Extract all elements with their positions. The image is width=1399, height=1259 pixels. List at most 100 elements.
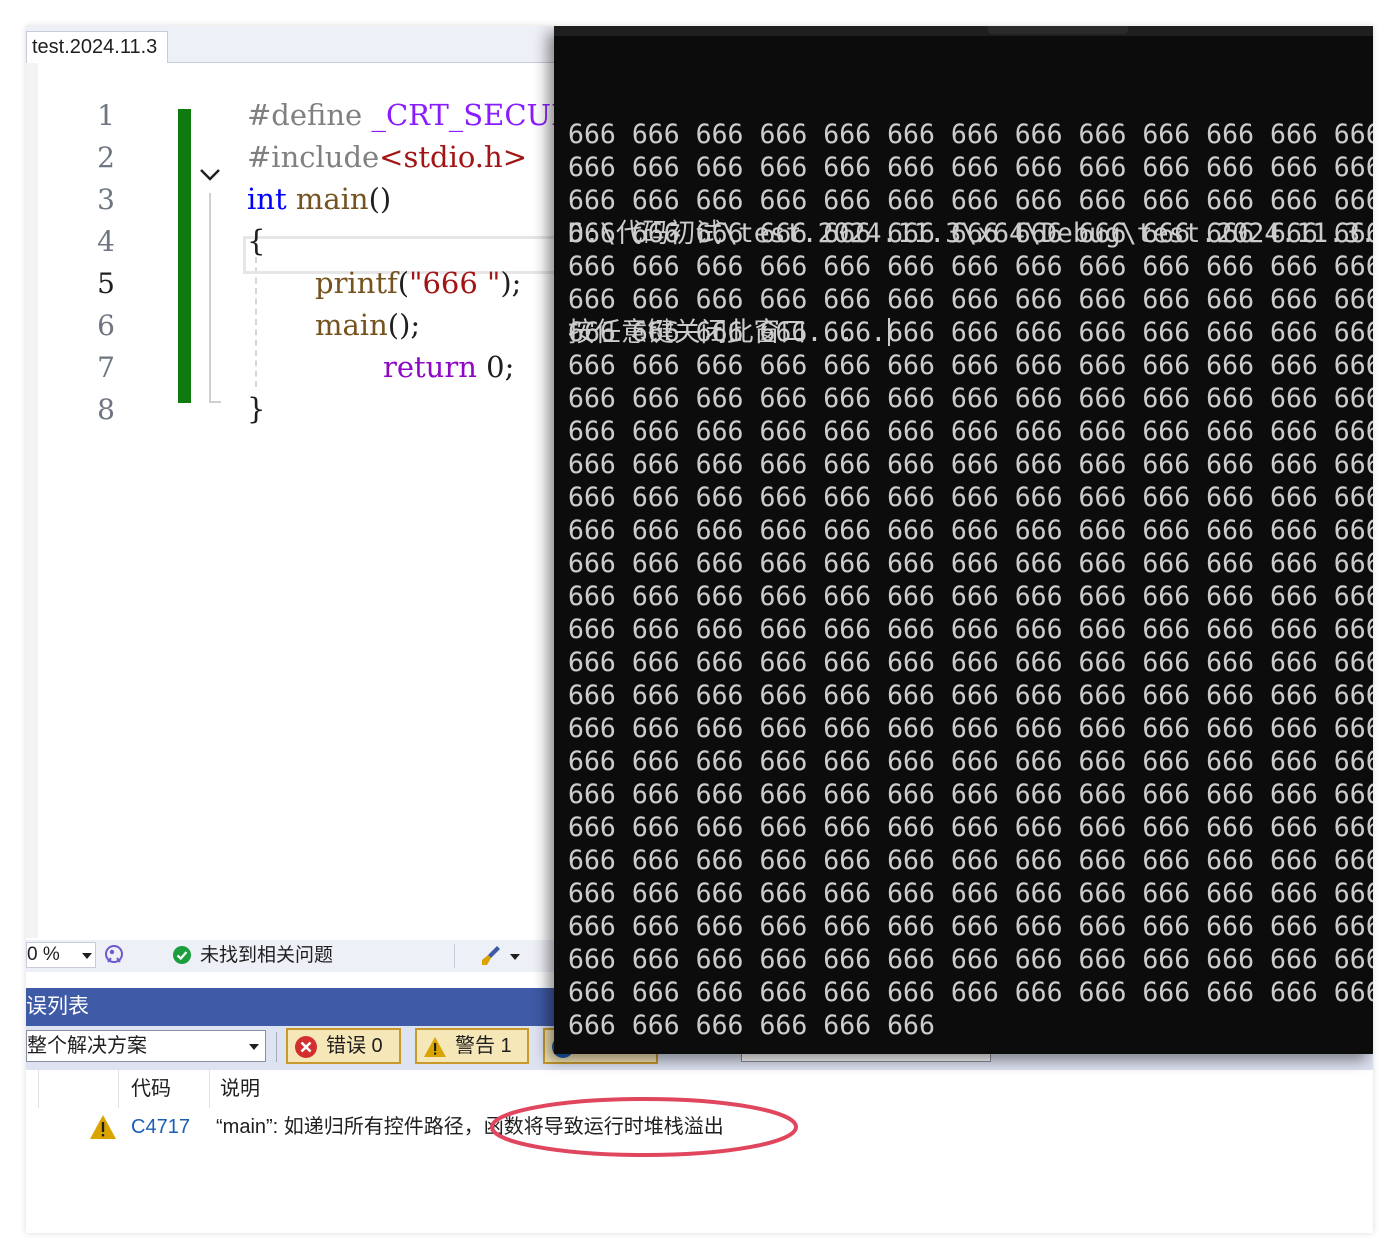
console-output-row: 666 666 666 666 666 666 666 666 666 666 … bbox=[568, 647, 1373, 678]
line-number: 8 bbox=[97, 393, 115, 426]
code-token: 0; bbox=[476, 350, 515, 384]
console-title-strip bbox=[554, 26, 1373, 36]
console-output-row: 666 666 666 666 666 666 666 666 666 666 … bbox=[568, 515, 1373, 546]
line-number-active: 5 bbox=[97, 267, 115, 300]
code-token: #include bbox=[247, 140, 380, 174]
brush-icon[interactable] bbox=[478, 943, 504, 969]
console-output-row: 666 666 666 666 666 666 666 666 666 666 … bbox=[568, 284, 1373, 315]
code-line-2[interactable]: #include<stdio.h> bbox=[247, 136, 527, 178]
errors-filter-button[interactable]: 错误 0 bbox=[286, 1028, 401, 1064]
code-line-8[interactable]: } bbox=[247, 388, 265, 430]
code-line-6[interactable]: main(); bbox=[315, 304, 420, 346]
column-divider bbox=[118, 1070, 119, 1108]
console-output-row: 666 666 666 666 666 666 666 666 666 666 … bbox=[568, 185, 1373, 216]
console-output-row: 666 666 666 666 666 666 666 666 666 666 … bbox=[568, 152, 1373, 183]
code-line-3[interactable]: int main() bbox=[247, 178, 391, 220]
code-token: int bbox=[247, 182, 287, 216]
chevron-down-icon bbox=[249, 1044, 259, 1050]
error-list-title: 误列表 bbox=[26, 995, 89, 1018]
screenshot-frame: test.2024.11.3 1 2 3 4 5 6 7 8 #define _… bbox=[26, 26, 1373, 1233]
column-divider bbox=[38, 1070, 39, 1108]
console-output-row: 666 666 666 666 666 666 666 666 666 666 … bbox=[568, 746, 1373, 777]
code-token: { bbox=[247, 224, 266, 258]
console-tab[interactable] bbox=[988, 26, 1128, 34]
console-output-row: 666 666 666 666 666 666 bbox=[568, 1010, 935, 1041]
check-circle-icon bbox=[173, 946, 191, 964]
code-token: (); bbox=[387, 308, 421, 342]
console-output-row: 666 666 666 666 666 666 666 666 666 666 … bbox=[568, 482, 1373, 513]
console-exit-path: D:\代码初试\test.2024.11.3\x64\Debug\test.20… bbox=[568, 218, 1373, 249]
line-number: 2 bbox=[97, 141, 115, 174]
console-output-lines: 666 666 666 666 666 666 666 666 666 666 … bbox=[568, 118, 1373, 1041]
fold-region-line bbox=[209, 193, 221, 403]
console-output-row: 666 666 666 666 666 666 666 666 666 666 … bbox=[568, 977, 1373, 1008]
line-number: 7 bbox=[97, 351, 115, 384]
issues-status[interactable]: 未找到相关问题 bbox=[200, 940, 333, 972]
console-output-row: 666 666 666 666 666 666 666 666 666 666 … bbox=[568, 680, 1373, 711]
console-output-row: 666 666 666 666 666 666 666 666 666 666 … bbox=[568, 713, 1373, 744]
zoom-value: 0 % bbox=[27, 944, 60, 965]
console-output-row: 666 666 666 666 666 666 666 666 666 666 … bbox=[568, 944, 1373, 975]
line-number: 3 bbox=[97, 183, 115, 216]
console-output-row: 666 666 666 666 666 666 666 666 666 666 … bbox=[568, 449, 1373, 480]
column-header-code[interactable]: 代码 bbox=[131, 1070, 171, 1108]
text-cursor bbox=[888, 318, 891, 346]
code-token: ); bbox=[500, 266, 522, 300]
warnings-filter-button[interactable]: 警告 1 bbox=[415, 1028, 529, 1064]
console-output-row: 666 666 666 666 666 666 666 666 666 666 … bbox=[568, 581, 1373, 612]
git-icon[interactable] bbox=[102, 943, 126, 967]
console-output-row: 666 666 666 666 666 666 666 666 666 666 … bbox=[568, 350, 1373, 381]
line-number: 1 bbox=[97, 99, 115, 132]
code-token: return bbox=[383, 350, 477, 384]
console-output-row: 666 666 666 666 666 666 666 666 666 666 … bbox=[568, 119, 1373, 150]
warning-icon bbox=[90, 1115, 116, 1139]
column-header-description[interactable]: 说明 bbox=[220, 1070, 260, 1108]
console-window[interactable]: 666 666 666 666 666 666 666 666 666 666 … bbox=[554, 26, 1373, 1054]
console-output-row: 666 666 666 666 666 666 666 666 666 666 … bbox=[568, 548, 1373, 579]
console-press-key: 按任意键关闭此窗口. . . bbox=[568, 317, 887, 348]
annotation-ellipse bbox=[490, 1097, 798, 1157]
code-token: "666 " bbox=[409, 266, 501, 300]
code-token: main bbox=[286, 182, 369, 216]
code-line-7[interactable]: return 0; bbox=[383, 346, 514, 388]
code-token: <stdio.h> bbox=[379, 140, 527, 174]
line-number: 6 bbox=[97, 309, 115, 342]
code-token: () bbox=[368, 182, 392, 216]
scope-value: 整个解决方案 bbox=[27, 1035, 147, 1057]
editor-left-margin bbox=[26, 63, 38, 938]
console-output-row: 666 666 666 666 666 666 666 666 666 666 … bbox=[568, 845, 1373, 876]
chevron-down-icon[interactable] bbox=[198, 163, 222, 187]
divider bbox=[276, 1032, 277, 1062]
console-output: 666 666 666 666 666 666 666 666 666 666 … bbox=[568, 52, 1373, 1041]
dropdown-arrow-icon bbox=[82, 953, 92, 959]
code-token: main bbox=[315, 308, 388, 342]
divider bbox=[454, 944, 455, 968]
console-output-row: 666 666 666 666 666 666 666 666 666 666 … bbox=[568, 779, 1373, 810]
code-token: #define bbox=[247, 98, 372, 132]
change-tracking-bar bbox=[178, 109, 191, 403]
tab-file[interactable]: test.2024.11.3 bbox=[26, 31, 169, 63]
code-token: printf bbox=[315, 266, 398, 300]
warnings-count: 警告 1 bbox=[455, 1035, 512, 1057]
error-icon bbox=[295, 1036, 317, 1058]
console-output-row: 666 666 666 666 666 666 666 666 666 666 … bbox=[568, 812, 1373, 843]
code-line-4[interactable]: { bbox=[247, 220, 265, 262]
console-output-row: 666 666 666 666 666 666 666 666 666 666 … bbox=[568, 383, 1373, 414]
console-output-row: 666 666 666 666 666 666 666 666 666 666 … bbox=[568, 416, 1373, 447]
warning-icon bbox=[424, 1037, 446, 1057]
errors-count: 错误 0 bbox=[326, 1035, 383, 1057]
zoom-select[interactable]: 0 % bbox=[26, 942, 96, 968]
console-output-row: 666 666 666 666 666 666 666 666 666 666 … bbox=[568, 878, 1373, 909]
code-token: ( bbox=[397, 266, 410, 300]
indent-guide bbox=[255, 257, 257, 387]
code-line-5[interactable]: printf("666 "); bbox=[315, 262, 521, 304]
dropdown-arrow-icon[interactable] bbox=[510, 954, 520, 960]
console-output-row: 666 666 666 666 666 666 666 666 666 666 … bbox=[568, 911, 1373, 942]
column-divider bbox=[209, 1070, 210, 1108]
code-token: } bbox=[247, 392, 266, 426]
console-output-row: 666 666 666 666 666 666 666 666 666 666 … bbox=[568, 251, 1373, 282]
warning-code-link[interactable]: C4717 bbox=[131, 1108, 190, 1146]
console-output-row: 666 666 666 666 666 666 666 666 666 666 … bbox=[568, 614, 1373, 645]
line-number: 4 bbox=[97, 225, 115, 258]
scope-select[interactable]: 整个解决方案 bbox=[26, 1030, 266, 1062]
